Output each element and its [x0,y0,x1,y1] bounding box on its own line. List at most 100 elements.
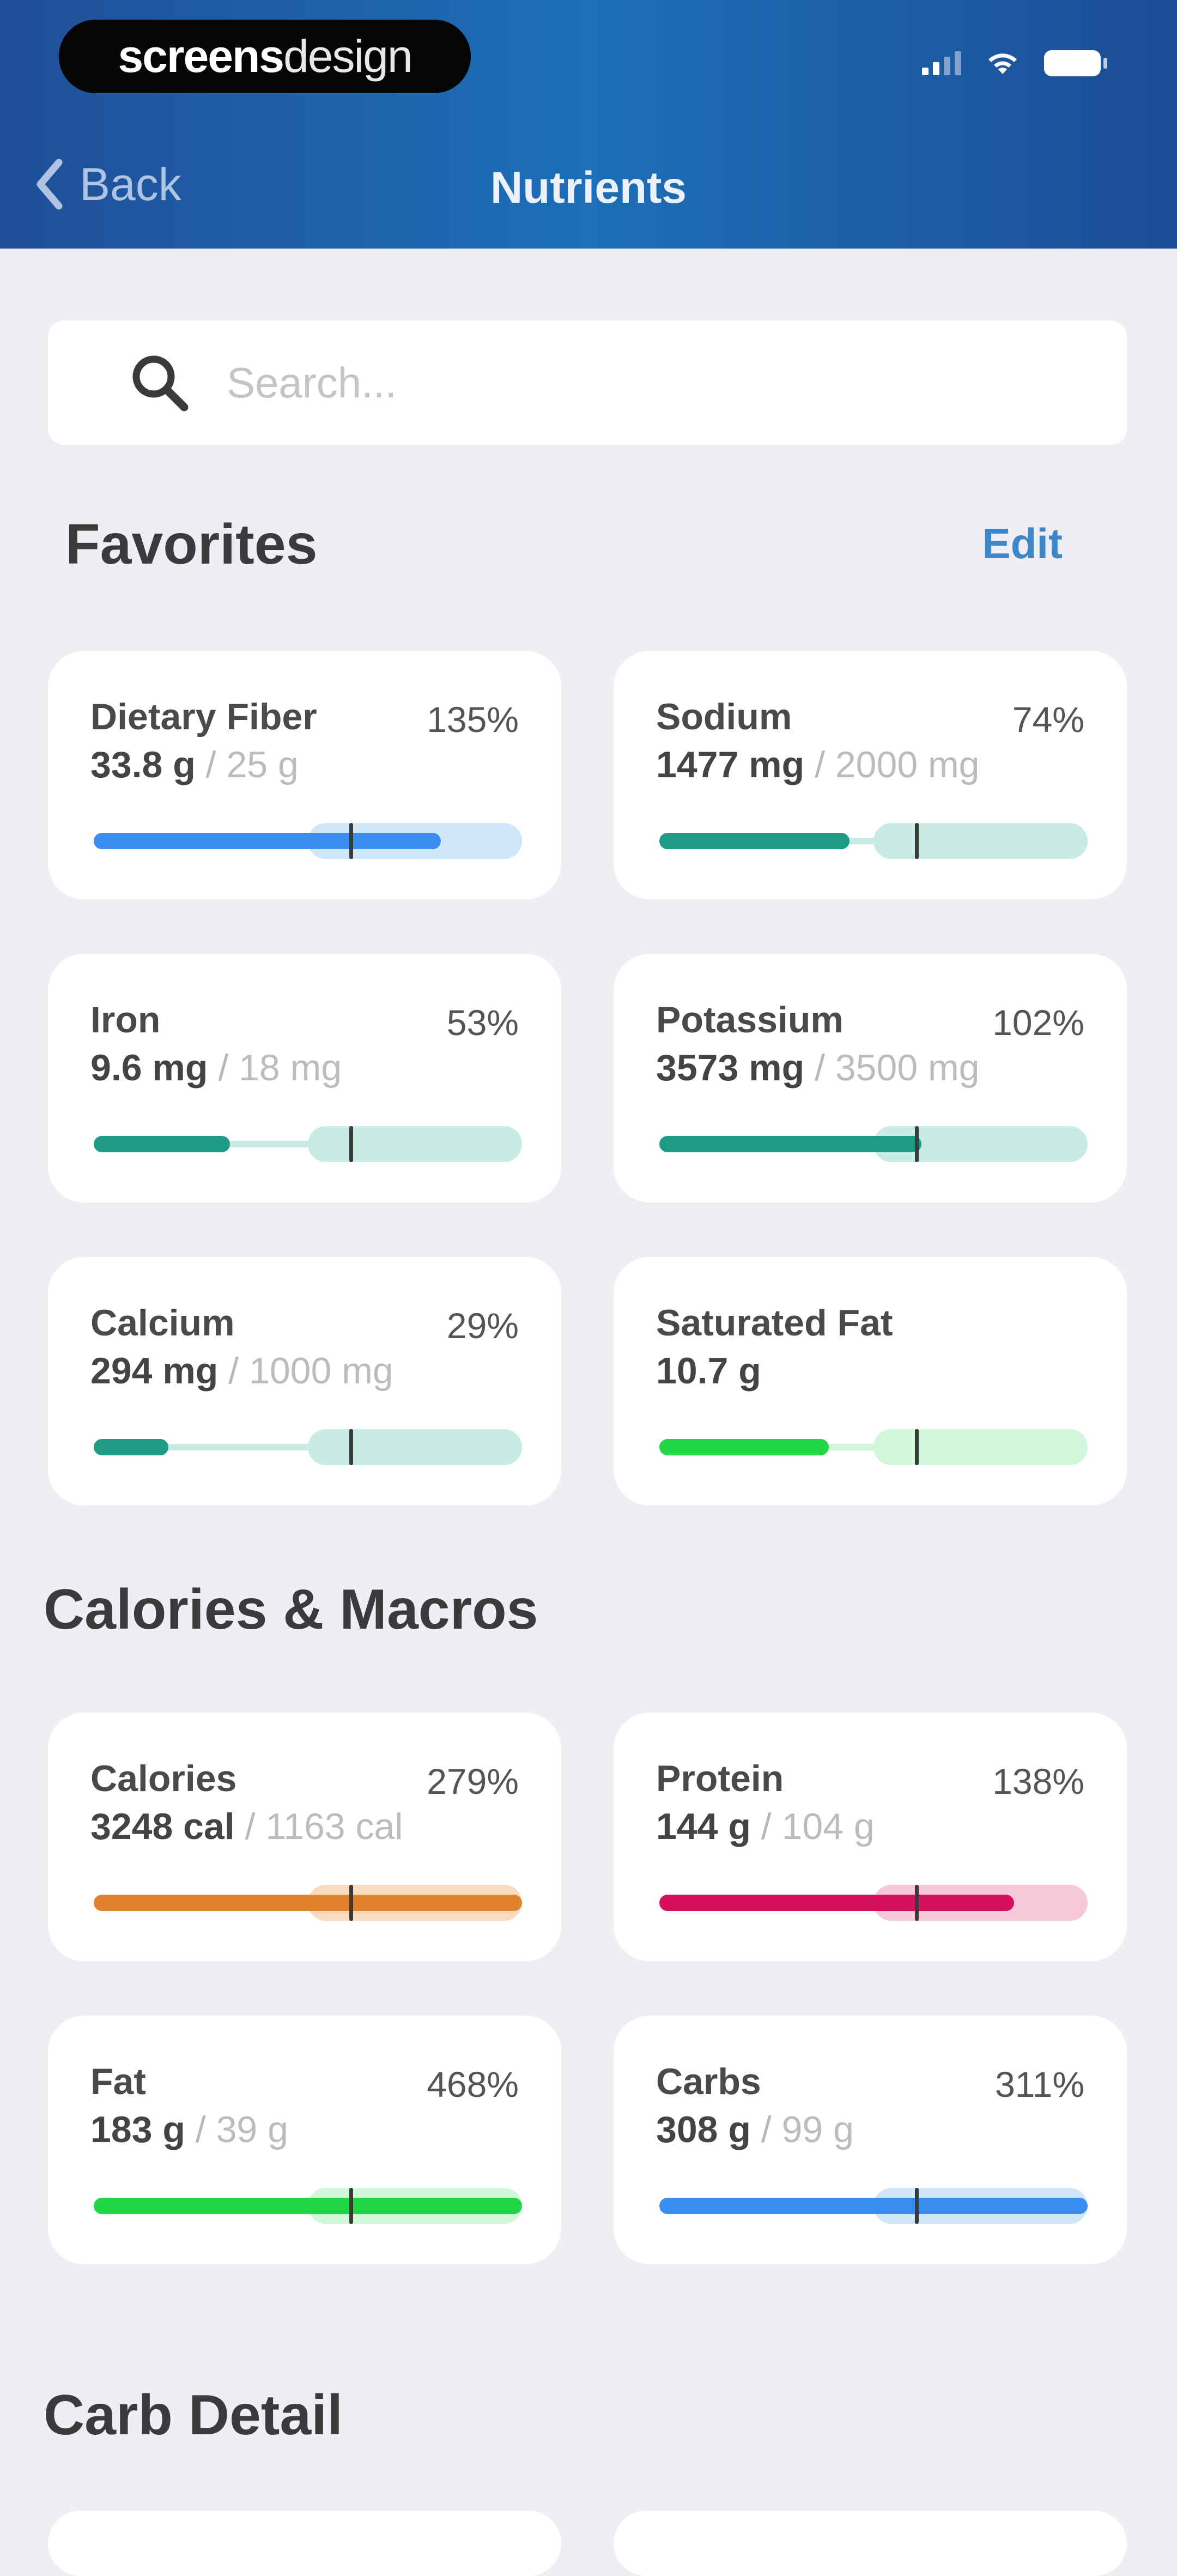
target-range-band [873,1429,1088,1465]
nutrient-target: 25 g [226,744,299,785]
target-marker [349,823,353,859]
status-icons [922,50,1107,76]
nutrient-target: 1000 mg [249,1350,393,1392]
progress-fill [659,2198,1088,2214]
progress-fill [94,833,441,849]
calories-macros-heading: Calories & Macros [44,1578,538,1641]
nutrient-amount: 3248 cal [90,1806,235,1847]
nutrient-target: 99 g [781,2109,854,2150]
nutrient-percent: 53% [446,1002,519,1043]
battery-icon [1044,50,1107,76]
progress-fill [659,1439,829,1455]
brand-text-bold: screens [118,31,284,82]
nutrient-values: 1477 mg / 2000 mg [656,743,980,786]
progress-fill [659,1895,1014,1911]
nutrient-percent: 138% [992,1761,1084,1801]
progress-fill [94,1895,522,1911]
nutrient-values: 10.7 g [656,1350,761,1392]
progress-fill [659,833,850,849]
target-marker [349,1126,353,1162]
nutrient-percent: 468% [427,2064,519,2105]
value-separator: / [750,1806,782,1847]
nutrient-card-iron[interactable]: Iron 53% 9.6 mg / 18 mg [48,954,561,1202]
target-marker [914,1126,919,1162]
nutrient-card-calories[interactable]: Calories 279% 3248 cal / 1163 cal [48,1713,561,1961]
progress-fill [659,1136,922,1152]
target-range-band [308,1429,522,1465]
nutrient-values: 33.8 g / 25 g [90,743,299,786]
favorites-heading: Favorites [65,513,318,576]
search-input[interactable] [226,357,1045,408]
app-header: screens design Back Nutrients [0,0,1177,249]
value-separator: / [185,2109,216,2150]
carb-detail-card[interactable] [48,2511,561,2576]
progress-bar [94,1126,522,1162]
nutrient-name: Protein [656,1758,784,1799]
nutrient-card-fat[interactable]: Fat 468% 183 g / 39 g [48,2016,561,2264]
target-marker [349,1429,353,1465]
nutrient-amount: 183 g [90,2109,185,2150]
nutrient-card-potassium[interactable]: Potassium 102% 3573 mg / 3500 mg [614,954,1127,1202]
nutrient-card-sodium[interactable]: Sodium 74% 1477 mg / 2000 mg [614,651,1127,899]
nutrient-target: 18 mg [239,1047,342,1089]
nutrient-percent: 279% [427,1761,519,1801]
nutrient-name: Calcium [90,1302,235,1344]
target-marker [914,2188,919,2224]
progress-bar [659,1885,1088,1921]
nutrient-card-carbs[interactable]: Carbs 311% 308 g / 99 g [614,2016,1127,2264]
search-icon [132,355,189,412]
nutrient-card-calcium[interactable]: Calcium 29% 294 mg / 1000 mg [48,1257,561,1505]
nutrient-percent: 74% [1012,699,1084,740]
nutrient-amount: 10.7 g [656,1350,761,1392]
nutrient-target: 1163 cal [265,1806,403,1847]
nutrient-name: Saturated Fat [656,1302,893,1344]
nutrient-card-dietary-fiber[interactable]: Dietary Fiber 135% 33.8 g / 25 g [48,651,561,899]
target-marker [349,1885,353,1921]
value-separator: / [804,744,835,785]
value-separator: / [208,1047,239,1089]
nutrient-values: 183 g / 39 g [90,2108,288,2151]
nutrient-card-protein[interactable]: Protein 138% 144 g / 104 g [614,1713,1127,1961]
progress-bar [659,823,1088,859]
value-separator: / [804,1047,835,1089]
nutrient-target: 104 g [781,1806,875,1847]
progress-bar [659,1126,1088,1162]
progress-bar [659,2188,1088,2224]
progress-fill [94,1136,230,1152]
nutrient-target: 39 g [216,2109,288,2150]
page-title: Nutrients [490,163,687,213]
nutrient-target: 3500 mg [835,1047,980,1089]
nutrient-card-saturated-fat[interactable]: Saturated Fat 10.7 g [614,1257,1127,1505]
progress-bar [94,823,522,859]
edit-favorites-button[interactable]: Edit [982,519,1063,569]
target-range-band [308,1126,522,1162]
nutrient-percent: 311% [995,2064,1084,2105]
nutrient-amount: 308 g [656,2109,751,2150]
nutrient-name: Fat [90,2061,146,2102]
value-separator: / [234,1806,266,1847]
nutrient-values: 3248 cal / 1163 cal [90,1805,403,1848]
target-range-band [873,823,1088,859]
nutrient-name: Carbs [656,2061,761,2102]
nutrient-percent: 29% [446,1305,519,1346]
nutrient-values: 9.6 mg / 18 mg [90,1047,342,1089]
target-marker [914,823,919,859]
nutrient-name: Dietary Fiber [90,696,317,737]
cellular-signal-icon [922,51,961,75]
nutrient-amount: 144 g [656,1806,751,1847]
progress-bar [94,1429,522,1465]
search-bar[interactable] [48,321,1127,445]
nutrient-amount: 33.8 g [90,744,196,785]
brand-text-light: design [283,31,413,82]
nutrient-amount: 3573 mg [656,1047,805,1089]
value-separator: / [218,1350,250,1392]
target-marker [349,2188,353,2224]
value-separator: / [750,2109,782,2150]
nutrient-values: 294 mg / 1000 mg [90,1350,393,1392]
nutrient-name: Iron [90,999,161,1041]
target-marker [914,1885,919,1921]
carb-detail-card[interactable] [614,2511,1127,2576]
nutrient-target: 2000 mg [835,744,980,785]
nutrient-values: 144 g / 104 g [656,1805,875,1848]
nutrient-amount: 9.6 mg [90,1047,208,1089]
